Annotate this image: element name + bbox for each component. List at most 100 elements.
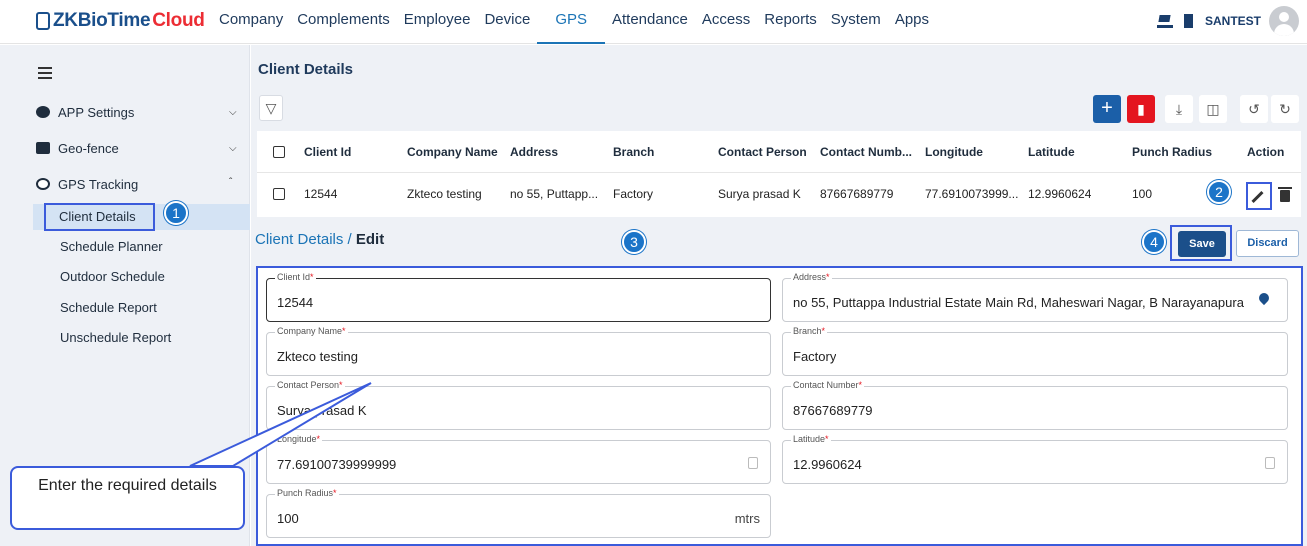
company-name-field[interactable]: Company Name* Zkteco testing xyxy=(266,326,771,376)
sidebar-group-label: Geo-fence xyxy=(58,140,119,156)
nav-complements[interactable]: Complements xyxy=(290,0,397,44)
contact-number-field[interactable]: Contact Number* 87667689779 xyxy=(782,380,1288,430)
app-logo[interactable]: ZKBioTime Cloud xyxy=(36,10,205,32)
address-input[interactable]: no 55, Puttappa Industrial Estate Main R… xyxy=(793,295,1251,310)
branch-input[interactable]: Factory xyxy=(793,349,836,364)
nav-apps[interactable]: Apps xyxy=(888,0,936,44)
save-button[interactable]: Save xyxy=(1178,231,1226,257)
history-icon: ↺ xyxy=(1248,101,1260,117)
field-label: Company Name* xyxy=(275,326,348,336)
unit-suffix: mtrs xyxy=(734,511,760,526)
nav-device[interactable]: Device xyxy=(477,0,537,44)
sidebar-item-schedule-report[interactable]: Schedule Report xyxy=(60,300,157,315)
field-label: Longitude* xyxy=(275,434,323,444)
sidebar-item-outdoor-schedule[interactable]: Outdoor Schedule xyxy=(60,269,165,284)
contact-person-input[interactable]: Surya prasad K xyxy=(277,403,367,418)
delete-button[interactable]: ▮ xyxy=(1127,95,1155,123)
latitude-input[interactable]: 12.9960624 xyxy=(793,457,862,472)
edit-button[interactable] xyxy=(1246,182,1272,210)
row-delete-icon[interactable] xyxy=(1278,187,1292,202)
nav-attendance[interactable]: Attendance xyxy=(605,0,695,44)
address-field[interactable]: Address* no 55, Puttappa Industrial Esta… xyxy=(782,272,1288,322)
sidebar-group-app-settings[interactable]: APP Settings xyxy=(36,101,134,123)
nav-company[interactable]: Company xyxy=(212,0,290,44)
breadcrumb-separator: / xyxy=(347,231,352,248)
company-name-input[interactable]: Zkteco testing xyxy=(277,349,358,364)
history-button[interactable]: ↺ xyxy=(1240,95,1268,123)
select-all-checkbox[interactable] xyxy=(273,145,285,158)
user-name[interactable]: SANTEST xyxy=(1205,14,1261,28)
step-badge-2: 2 xyxy=(1207,180,1231,204)
col-client-id[interactable]: Client Id xyxy=(304,145,351,159)
cell-client-id: 12544 xyxy=(304,187,338,201)
number-stepper-icon[interactable] xyxy=(748,457,758,469)
columns-button[interactable]: ◫ xyxy=(1199,95,1227,123)
nav-reports[interactable]: Reports xyxy=(757,0,824,44)
cell-branch: Factory xyxy=(613,187,654,201)
add-button[interactable]: + xyxy=(1093,95,1121,123)
field-label: Contact Number* xyxy=(791,380,865,390)
col-contact-person[interactable]: Contact Person xyxy=(718,145,807,159)
nav-gps[interactable]: GPS xyxy=(537,0,605,44)
punch-radius-input[interactable]: 100 xyxy=(277,511,299,526)
download-icon: ⤓ xyxy=(1175,101,1183,117)
col-punch-radius[interactable]: Punch Radius xyxy=(1132,145,1212,159)
sidebar-item-unschedule-report[interactable]: Unschedule Report xyxy=(60,330,171,345)
table-header: Client Id Company Name Address Branch Co… xyxy=(257,131,1301,173)
refresh-button[interactable]: ↻ xyxy=(1271,95,1299,123)
building-icon xyxy=(1181,14,1197,28)
latitude-field[interactable]: Latitude* 12.9960624 xyxy=(782,434,1288,484)
sidebar-item-schedule-planner[interactable]: Schedule Planner xyxy=(60,239,163,254)
client-id-input[interactable]: 12544 xyxy=(277,295,313,310)
contact-number-input[interactable]: 87667689779 xyxy=(793,403,873,418)
breadcrumb: Client Details / Edit xyxy=(255,231,384,248)
step-badge-3: 3 xyxy=(622,230,646,254)
row-checkbox[interactable] xyxy=(273,188,285,200)
cell-company-name: Zkteco testing xyxy=(407,187,482,201)
message-icon xyxy=(36,142,50,154)
col-company-name[interactable]: Company Name xyxy=(407,145,498,159)
col-address[interactable]: Address xyxy=(510,145,558,159)
nav-access[interactable]: Access xyxy=(695,0,757,44)
table-row[interactable]: 12544 Zkteco testing no 55, Puttapp... F… xyxy=(257,173,1301,215)
page-title: Client Details xyxy=(258,61,354,78)
chevron-down-icon: ⌵ xyxy=(229,143,237,154)
sidebar-group-geo-fence[interactable]: Geo-fence xyxy=(36,137,119,159)
punch-radius-field[interactable]: Punch Radius* 100 mtrs xyxy=(266,488,771,538)
field-label: Branch* xyxy=(791,326,828,336)
contact-person-field[interactable]: Contact Person* Surya prasad K xyxy=(266,380,771,430)
longitude-field[interactable]: Longitude* 77.69100739999999 xyxy=(266,434,771,484)
cart-icon[interactable] xyxy=(1156,14,1173,28)
breadcrumb-client-details[interactable]: Client Details xyxy=(255,231,343,248)
collapse-menu-icon[interactable] xyxy=(38,67,52,79)
col-branch[interactable]: Branch xyxy=(613,145,654,159)
gear-icon xyxy=(36,106,50,118)
number-stepper-icon[interactable] xyxy=(1265,457,1275,469)
branch-field[interactable]: Branch* Factory xyxy=(782,326,1288,376)
discard-button[interactable]: Discard xyxy=(1236,230,1299,257)
edit-form: Client Id* 12544 Address* no 55, Puttapp… xyxy=(256,266,1303,546)
refresh-icon: ↻ xyxy=(1279,101,1291,117)
location-pin-icon[interactable] xyxy=(1256,290,1272,306)
col-action: Action xyxy=(1247,144,1285,159)
avatar[interactable] xyxy=(1269,6,1299,36)
col-contact-number[interactable]: Contact Numb... xyxy=(820,145,912,159)
trash-icon: ▮ xyxy=(1137,101,1145,117)
cell-contact-number: 87667689779 xyxy=(820,187,894,201)
export-button[interactable]: ⤓ xyxy=(1165,95,1193,123)
nav-system[interactable]: System xyxy=(824,0,888,44)
longitude-input[interactable]: 77.69100739999999 xyxy=(277,457,396,472)
filter-button[interactable]: ▽ xyxy=(259,95,283,121)
field-label: Punch Radius* xyxy=(275,488,339,498)
client-id-field[interactable]: Client Id* 12544 xyxy=(266,272,771,322)
field-label: Latitude* xyxy=(791,434,831,444)
field-label: Client Id* xyxy=(275,272,316,282)
col-latitude[interactable]: Latitude xyxy=(1028,145,1075,159)
cell-contact-person: Surya prasad K xyxy=(718,187,801,201)
top-navbar: ZKBioTime Cloud Company Complements Emplo… xyxy=(0,0,1307,44)
main-nav: Company Complements Employee Device GPS … xyxy=(212,0,936,44)
col-longitude[interactable]: Longitude xyxy=(925,145,983,159)
sidebar-group-gps-tracking[interactable]: GPS Tracking xyxy=(36,173,138,195)
nav-employee[interactable]: Employee xyxy=(397,0,478,44)
cell-latitude: 12.9960624 xyxy=(1028,187,1092,201)
